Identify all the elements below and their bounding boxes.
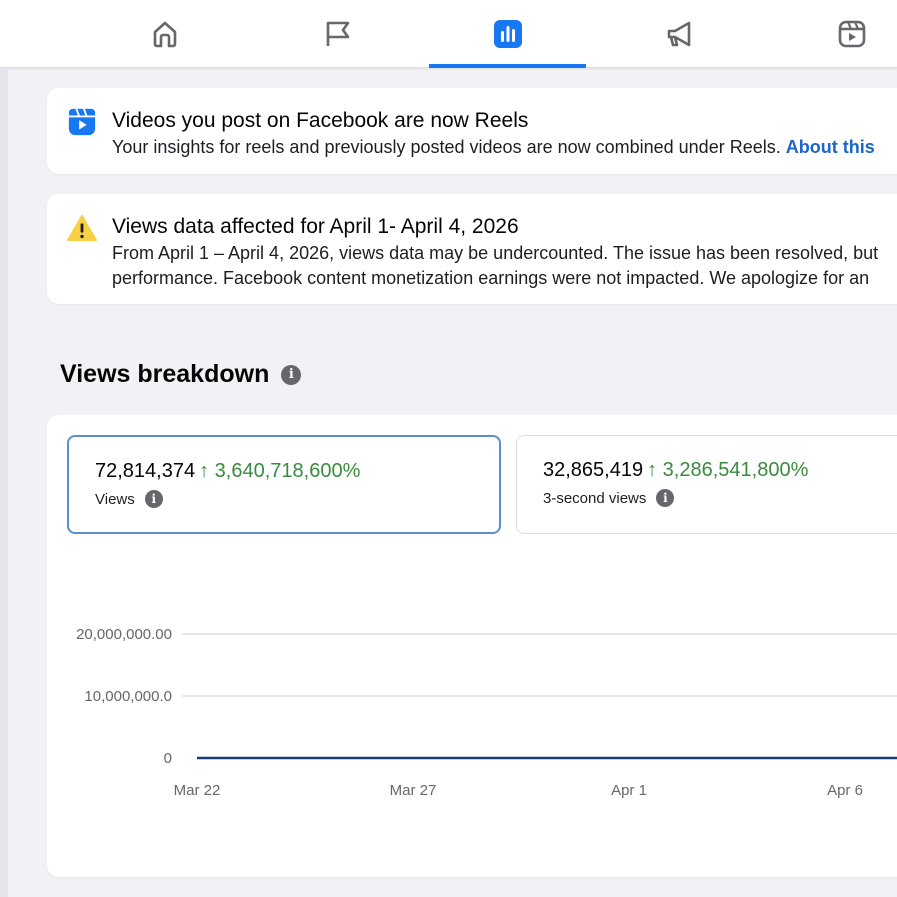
- about-this-link[interactable]: About this: [786, 137, 875, 157]
- bar-chart-icon: [493, 20, 522, 48]
- nav-insights[interactable]: [429, 0, 586, 68]
- x-tick-label: Mar 22: [174, 782, 221, 799]
- metric-3-second-views[interactable]: 32,865,419 ↑ 3,286,541,800% 3-second view…: [516, 435, 897, 534]
- views-affected-notice-card: Views data affected for April 1- April 4…: [47, 194, 897, 304]
- y-tick-label: 10,000,000.0: [84, 688, 172, 705]
- nav-home[interactable]: [86, 0, 243, 68]
- y-tick-label: 0: [164, 750, 172, 767]
- views-affected-line2: performance. Facebook content monetizati…: [112, 268, 870, 288]
- views-affected-title: Views data affected for April 1- April 4…: [112, 215, 519, 238]
- metric-value: 72,814,374: [95, 460, 196, 482]
- nav-pages[interactable]: [258, 0, 415, 68]
- info-icon[interactable]: i: [656, 489, 675, 507]
- left-rail: [0, 68, 8, 897]
- views-breakdown-heading: Views breakdown i: [60, 360, 302, 389]
- info-icon[interactable]: i: [281, 364, 302, 385]
- home-icon: [153, 21, 176, 48]
- info-icon[interactable]: i: [144, 490, 163, 508]
- nav-ads[interactable]: [601, 0, 758, 68]
- reels-notice-body: Your insights for reels and previously p…: [112, 137, 875, 157]
- metric-value: 32,865,419: [543, 459, 644, 481]
- metric-label: Views: [95, 490, 135, 508]
- flag-icon: [326, 21, 349, 46]
- y-tick-label: 20,000,000.00: [76, 626, 172, 643]
- x-tick-label: Mar 27: [390, 782, 437, 799]
- warning-icon: [67, 214, 97, 242]
- views-affected-line1: From April 1 – April 4, 2026, views data…: [112, 243, 879, 263]
- nav-reels[interactable]: [773, 0, 897, 68]
- top-navigation: [0, 0, 897, 68]
- metric-change: ↑ 3,640,718,600%: [199, 460, 361, 482]
- metric-views[interactable]: 72,814,374 ↑ 3,640,718,600% Views i: [67, 435, 501, 534]
- x-tick-label: Apr 6: [827, 782, 863, 799]
- reels-notice-title: Videos you post on Facebook are now Reel…: [112, 109, 529, 132]
- reels-icon: [838, 20, 865, 48]
- reels-icon: [68, 108, 96, 136]
- metric-label: 3-second views: [543, 489, 647, 507]
- views-breakdown-title: Views breakdown: [60, 360, 270, 388]
- x-tick-label: Apr 1: [611, 782, 647, 799]
- metric-change: ↑ 3,286,541,800%: [647, 459, 809, 481]
- megaphone-icon: [667, 21, 690, 47]
- reels-notice-card: Videos you post on Facebook are now Reel…: [47, 88, 897, 174]
- series-line: [197, 756, 897, 760]
- views-line-chart: 0 10,000,000.0 20,000,000.00 Mar 22 Mar 27 Ap…: [76, 626, 897, 799]
